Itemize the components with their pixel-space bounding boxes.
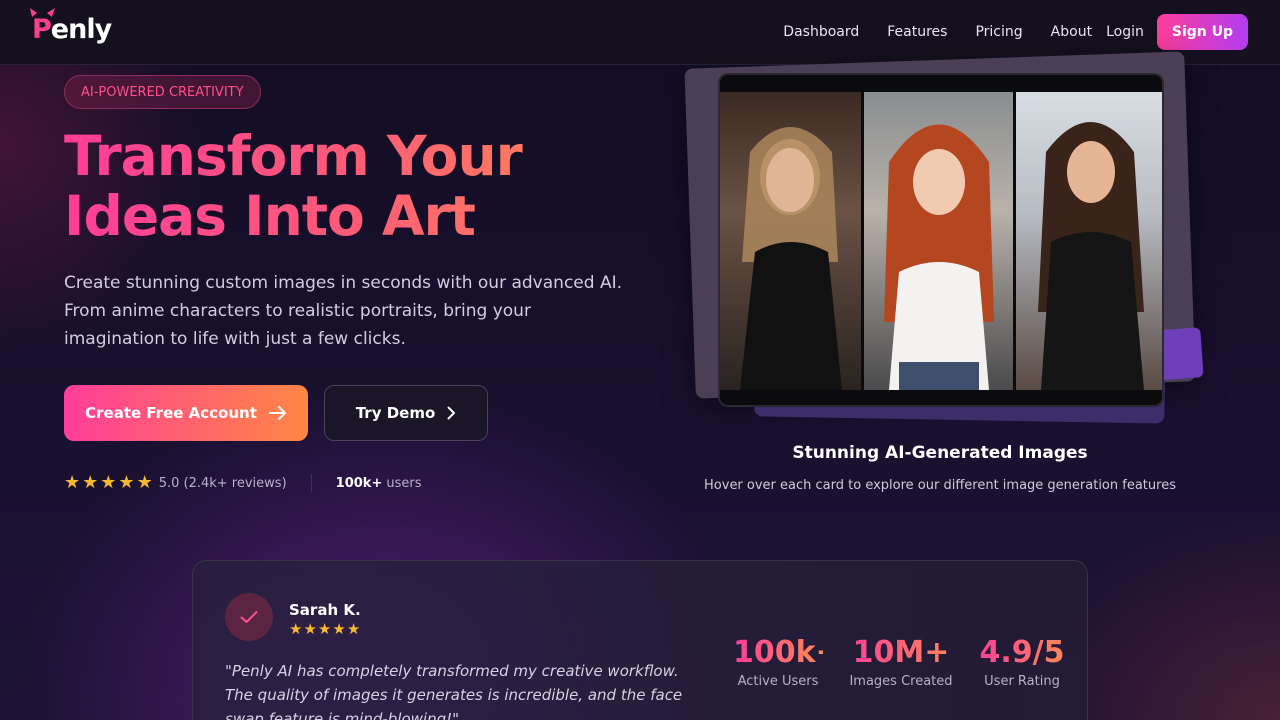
nav-link-about[interactable]: About [1051, 24, 1092, 40]
horns-icon [30, 8, 55, 17]
avatar [225, 593, 273, 641]
logo-wordmark: enly [50, 14, 112, 45]
hero-badge: AI-POWERED CREATIVITY [64, 75, 261, 109]
stat-label: Images Created [849, 674, 953, 689]
star-icon: ★ [289, 620, 303, 638]
divider [310, 474, 312, 492]
gallery-image-2[interactable] [864, 92, 1013, 390]
star-icon: ★ [346, 620, 361, 638]
signup-button[interactable]: Sign Up [1156, 14, 1248, 50]
gallery-image-1[interactable] [720, 92, 861, 390]
star-icon: ★ [136, 472, 153, 493]
star-icon: ★ [317, 620, 332, 638]
headline-line-2: Ideas Into Art [64, 184, 475, 248]
logo-letter: P [30, 8, 55, 45]
gallery-subtitle: Hover over each card to explore our diff… [704, 478, 1176, 493]
stat-label: User Rating [984, 674, 1060, 689]
star-icon: ★ [303, 620, 317, 638]
login-link[interactable]: Login [1106, 24, 1144, 40]
nav-link-dashboard[interactable]: Dashboard [783, 24, 859, 40]
try-demo-button[interactable]: Try Demo [324, 385, 488, 441]
rating-text: 5.0 (2.4k+ reviews) [158, 475, 287, 491]
stat-user-rating: 4.9/5 User Rating [977, 635, 1067, 689]
rating-stars: ★ ★ ★ ★ ★ [64, 474, 153, 492]
try-demo-label: Try Demo [355, 404, 436, 422]
portrait-placeholder-icon [1038, 122, 1144, 390]
star-icon: ★ [332, 620, 346, 638]
check-icon [240, 611, 258, 623]
users-count: 100k+ [335, 475, 383, 491]
portrait-placeholder-icon [740, 127, 842, 390]
stat-value: 100k+ [733, 635, 841, 670]
nav-link-features[interactable]: Features [887, 24, 947, 40]
gallery-title: Stunning AI-Generated Images [792, 443, 1088, 463]
portrait-placeholder-icon [884, 124, 994, 390]
testimonial-card: Sarah K. ★ ★ ★ ★ ★ "Penly AI has completely … [192, 560, 1088, 720]
testimonial-quote: "Penly AI has completely transformed my … [225, 662, 683, 720]
stat-label: Active Users [737, 674, 819, 689]
hero-subtext: Create stunning custom images in seconds… [64, 273, 622, 349]
stat-active-users: 100k+ Active Users [733, 635, 841, 689]
hero-rating-row: ★ ★ ★ ★ ★ 5.0 (2.4k+ reviews) 100k+ users [64, 472, 421, 494]
reviewer-name: Sarah K. [289, 601, 361, 619]
star-icon: ★ [118, 472, 135, 493]
stat-value: 10M+ [846, 635, 956, 671]
headline-line-1: Transform Your [64, 124, 522, 188]
stat-value: 4.9/5 [977, 635, 1067, 671]
hero-headline: Transform Your Ideas Into Art [64, 126, 624, 246]
star-icon: ★ [64, 472, 81, 493]
penly-logo[interactable]: P enly [30, 8, 112, 45]
star-icon: ★ [100, 472, 117, 493]
star-icon: ★ [82, 472, 99, 493]
create-account-button[interactable]: Create Free Account [64, 385, 308, 441]
arrow-right-icon [268, 406, 286, 420]
nav-links: Dashboard Features Pricing About Login S… [755, 14, 1248, 50]
chevron-right-icon [447, 406, 456, 420]
stat-images-created: 10M+ Images Created [846, 635, 956, 689]
ai-image-gallery[interactable] [718, 73, 1164, 407]
reviewer-stars: ★ ★ ★ ★ ★ [289, 621, 360, 637]
users-label: users [386, 475, 422, 491]
gallery-image-3[interactable] [1016, 92, 1162, 390]
nav-link-pricing[interactable]: Pricing [975, 24, 1022, 40]
create-account-label: Create Free Account [85, 404, 257, 422]
